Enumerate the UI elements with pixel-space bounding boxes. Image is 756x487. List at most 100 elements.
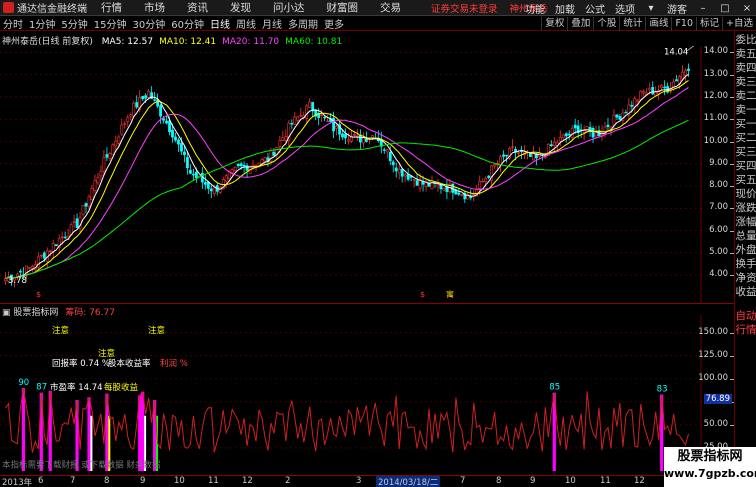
chevron-down-icon[interactable]: ▾ bbox=[645, 3, 657, 14]
side-panel-item[interactable]: 现价 bbox=[735, 187, 756, 201]
menu-formula[interactable]: 公式 bbox=[585, 1, 605, 16]
candle bbox=[84, 202, 88, 214]
period-tab[interactable]: 日线 bbox=[210, 16, 230, 31]
candle bbox=[189, 164, 192, 175]
candle bbox=[657, 85, 661, 100]
candle bbox=[403, 173, 407, 183]
period-tab[interactable]: 周线 bbox=[236, 16, 256, 31]
side-panel-item[interactable]: 涨跌 bbox=[735, 201, 756, 215]
period-tab[interactable]: 5分钟 bbox=[61, 16, 87, 31]
side-panel-item[interactable]: 总量 bbox=[735, 229, 756, 243]
side-panel-item[interactable]: 卖三 bbox=[735, 75, 756, 89]
side-panel-item[interactable]: 买二 bbox=[735, 131, 756, 145]
candle bbox=[99, 165, 103, 181]
menu-load[interactable]: 加载 bbox=[555, 1, 575, 16]
period-tab[interactable]: 1分钟 bbox=[29, 16, 55, 31]
event-marker[interactable]: $ bbox=[420, 290, 425, 299]
indicator-tick-label: 50.00 bbox=[703, 418, 728, 429]
period-tab[interactable]: 30分钟 bbox=[132, 16, 165, 31]
candlestick-chart[interactable]: 14.04 3.78 $ $ 寓 bbox=[0, 46, 702, 302]
candle bbox=[499, 154, 503, 173]
candle bbox=[385, 149, 389, 159]
candle bbox=[174, 132, 177, 143]
candle bbox=[308, 98, 312, 109]
period-tab[interactable]: 更多 bbox=[324, 16, 344, 31]
candle bbox=[391, 159, 395, 173]
date-tick-label: 11 bbox=[208, 476, 219, 486]
note-label: 注意 bbox=[52, 325, 69, 336]
ma-info-row: 神州泰岳(日线 前复权) MA5: 12.57 MA10: 12.41 MA20: … bbox=[2, 34, 342, 47]
candle bbox=[233, 166, 237, 173]
toolbar-button[interactable]: 个股 bbox=[593, 17, 619, 31]
high-price-label: 14.04 bbox=[664, 48, 688, 58]
period-tab[interactable]: 多周期 bbox=[288, 16, 318, 31]
app-name: 通达信金融终端 bbox=[17, 4, 87, 15]
period-tab[interactable]: 分时 bbox=[3, 16, 23, 31]
side-panel-item[interactable]: 买四 bbox=[735, 159, 756, 173]
toolbar-button[interactable]: +自选 bbox=[722, 17, 756, 31]
user-label[interactable]: 游客 bbox=[667, 1, 687, 16]
toolbar-button[interactable]: 画线 bbox=[645, 17, 671, 31]
period-tab[interactable]: 60分钟 bbox=[171, 16, 204, 31]
side-panel-item[interactable]: 收益 bbox=[735, 285, 756, 299]
side-panel-item[interactable]: 涨幅 bbox=[735, 215, 756, 229]
candle bbox=[445, 179, 449, 200]
side-panel-item[interactable]: 卖一 bbox=[735, 103, 756, 117]
menu-function[interactable]: 功能 bbox=[525, 1, 545, 16]
menu-market[interactable]: 市场 bbox=[144, 0, 165, 15]
menu-quotes[interactable]: 行情 bbox=[101, 0, 122, 15]
period-tab[interactable]: 月线 bbox=[262, 16, 282, 31]
signal-bar bbox=[21, 388, 25, 471]
side-panel-item[interactable]: 买一 bbox=[735, 117, 756, 131]
menu-discover[interactable]: 发现 bbox=[230, 0, 251, 15]
candle bbox=[105, 147, 109, 161]
candle bbox=[54, 244, 58, 247]
side-panel-item[interactable]: 外盘 bbox=[735, 243, 756, 257]
date-tick-label: 12 bbox=[242, 476, 253, 486]
maximize-icon[interactable]: □ bbox=[719, 3, 731, 14]
menu-options[interactable]: 选项 bbox=[615, 1, 635, 16]
side-panel-item[interactable]: 自动 bbox=[735, 309, 756, 323]
toolbar-button[interactable]: 标记 bbox=[696, 17, 722, 31]
indicator-chart[interactable]: 90 87 85 83注意注意注意回报率 0.74 %股本收益率 利润 %市盈率 14.… bbox=[0, 315, 702, 475]
toolbar-button[interactable]: 统计 bbox=[619, 17, 645, 31]
menu-wealth[interactable]: 财富圈 bbox=[327, 0, 359, 15]
candle bbox=[156, 93, 160, 109]
ma60-line bbox=[5, 119, 689, 279]
panel-divider[interactable] bbox=[0, 303, 734, 304]
toolbar-button[interactable]: 复权 bbox=[541, 17, 567, 31]
event-marker[interactable]: 寓 bbox=[446, 289, 454, 299]
side-panel-item[interactable]: 卖二 bbox=[735, 89, 756, 103]
candle bbox=[191, 168, 195, 181]
close-icon[interactable]: × bbox=[741, 3, 753, 14]
indicator-footnote: 本指标需要下载财报 或下载数据 财务数据 bbox=[2, 459, 161, 470]
side-panel-item[interactable]: 行情 bbox=[735, 323, 756, 337]
candle bbox=[436, 178, 440, 193]
side-panel-item[interactable]: 换手 bbox=[735, 257, 756, 271]
candle bbox=[359, 129, 362, 149]
candle bbox=[90, 184, 94, 201]
event-marker[interactable]: $ bbox=[36, 290, 41, 299]
candle bbox=[621, 108, 625, 124]
side-panel-item[interactable]: 委比 bbox=[735, 33, 756, 47]
candle bbox=[183, 146, 186, 163]
toolbar-button[interactable]: F10 bbox=[671, 17, 696, 31]
side-panel-item[interactable]: 卖四 bbox=[735, 61, 756, 75]
side-panel-item[interactable]: 净资 bbox=[735, 271, 756, 285]
menu-ask[interactable]: 问小达 bbox=[273, 0, 305, 15]
menu-news[interactable]: 资讯 bbox=[187, 0, 208, 15]
period-tab[interactable]: 15分钟 bbox=[94, 16, 127, 31]
price-tick-label: 6.00 bbox=[709, 224, 728, 235]
selected-date[interactable]: 2014/03/18/二 bbox=[376, 476, 441, 487]
menu-trade[interactable]: 交易 bbox=[380, 0, 401, 15]
minimize-icon[interactable]: – bbox=[697, 3, 709, 14]
ma5-line bbox=[5, 73, 689, 279]
toolbar-button[interactable]: 叠加 bbox=[567, 17, 593, 31]
candle bbox=[81, 205, 85, 217]
candle bbox=[108, 151, 112, 161]
side-panel-item[interactable]: 卖五 bbox=[735, 47, 756, 61]
side-panel-item[interactable]: 买三 bbox=[735, 145, 756, 159]
price-tick-label: 7.00 bbox=[709, 202, 728, 213]
login-status[interactable]: 证券交易未登录 bbox=[431, 1, 498, 15]
side-panel-item[interactable]: 买五 bbox=[735, 173, 756, 187]
